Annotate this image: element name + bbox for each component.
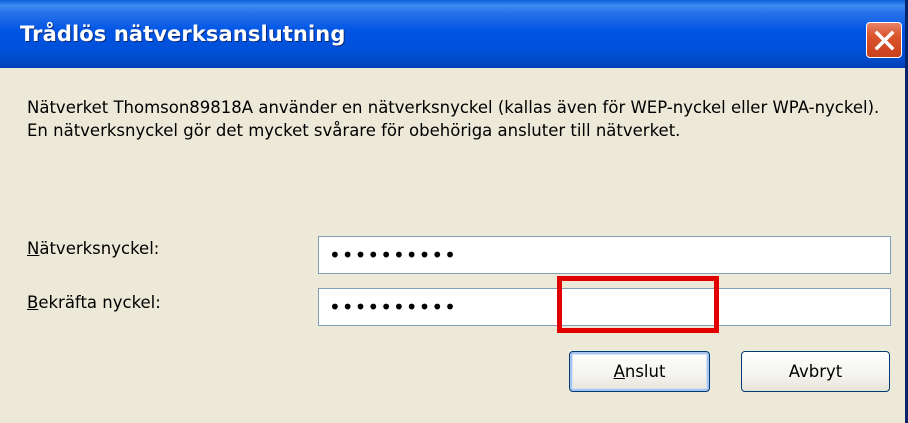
network-key-label-text: ätverksnyckel: — [39, 239, 160, 258]
connect-button-mnemonic: A — [613, 362, 625, 381]
connect-button-label: Anslut — [614, 362, 666, 381]
network-key-input[interactable] — [318, 236, 891, 274]
confirm-key-label-text: ekräfta nyckel: — [38, 293, 161, 312]
connect-button-label-text: nslut — [624, 362, 666, 381]
network-key-label: Nätverksnyckel: — [27, 239, 159, 258]
network-key-label-mnemonic: N — [27, 239, 40, 258]
connect-button[interactable]: Anslut — [569, 351, 710, 392]
title-bar[interactable]: Trådlös nätverksanslutning — [0, 0, 905, 68]
confirm-key-label: Bekräfta nyckel: — [27, 293, 161, 312]
dialog-body: Nätverket Thomson89818A använder en nätv… — [0, 68, 905, 423]
close-icon — [874, 30, 895, 51]
close-button[interactable] — [866, 22, 902, 58]
cancel-button-label: Avbryt — [788, 362, 843, 381]
cancel-button[interactable]: Avbryt — [741, 351, 890, 392]
confirm-key-label-mnemonic: B — [27, 293, 39, 312]
window-title: Trådlös nätverksanslutning — [20, 22, 346, 46]
description-text: Nätverket Thomson89818A använder en nätv… — [27, 98, 880, 140]
dialog-window: Trådlös nätverksanslutning Nätverket Tho… — [0, 0, 908, 423]
highlight-annotation — [557, 276, 719, 333]
